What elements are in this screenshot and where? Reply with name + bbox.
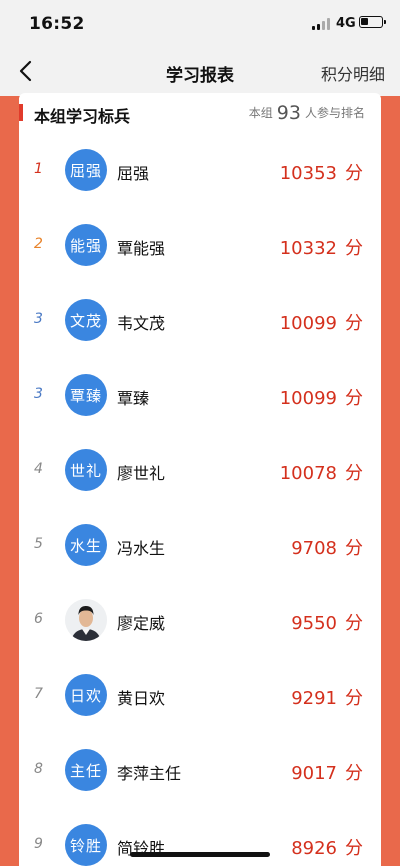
score-value: 9708 (291, 538, 337, 559)
ranking-row[interactable]: 6 廖定威 9550 分 (19, 583, 381, 658)
score-unit: 分 (345, 463, 363, 484)
score-value: 10332 (279, 238, 337, 259)
avatar: 能强 (65, 224, 107, 266)
score-value: 10078 (279, 463, 337, 484)
score-value: 10099 (279, 313, 337, 334)
score-unit: 分 (345, 613, 363, 634)
member-name: 韦文茂 (117, 314, 166, 333)
ranking-row[interactable]: 4 世礼 廖世礼 10078 分 (19, 433, 381, 508)
member-name: 覃能强 (117, 239, 166, 258)
score-value: 9291 (291, 688, 337, 709)
score-unit: 分 (345, 163, 363, 184)
avatar: 主任 (65, 749, 107, 791)
avatar: 文茂 (65, 299, 107, 341)
network-type: 4G (336, 16, 356, 31)
participant-count: 93 (276, 102, 301, 124)
score-unit: 分 (345, 388, 363, 409)
status-time: 16:52 (29, 14, 85, 34)
avatar: 水生 (65, 524, 107, 566)
member-name: 李萍主任 (117, 764, 182, 783)
rank-number: 3 (34, 311, 43, 327)
member-name: 屈强 (117, 164, 150, 183)
signal-bars-icon (312, 18, 332, 30)
score-unit: 分 (345, 238, 363, 259)
member-score: 10099 分 (280, 309, 363, 335)
ranking-row[interactable]: 8 主任 李萍主任 9017 分 (19, 733, 381, 808)
summary-prefix: 本组 (248, 106, 273, 120)
section-title: 本组学习标兵 (34, 107, 131, 126)
score-value: 10353 (279, 163, 337, 184)
ranking-list: 1 屈强 屈强 10353 分 2 能强 覃能强 10332 分 3 文茂 韦文茂 10099 分 3 覃臻 覃臻… (19, 133, 381, 866)
score-value: 9550 (291, 613, 337, 634)
nav-bar: 学习报表 积分明细 (0, 46, 400, 96)
score-value: 10099 (279, 388, 337, 409)
rank-number: 9 (34, 836, 43, 852)
ranking-row[interactable]: 5 水生 冯水生 9708 分 (19, 508, 381, 583)
section-marker (19, 104, 23, 121)
score-unit: 分 (345, 313, 363, 334)
rank-number: 5 (34, 536, 43, 552)
member-score: 9017 分 (291, 759, 363, 785)
ranking-card: 本组学习标兵 本组 93 人参与排名 1 屈强 屈强 10353 分 2 能强 覃能强 10332 分… (19, 93, 381, 866)
avatar: 屈强 (65, 149, 107, 191)
member-name: 覃臻 (117, 389, 150, 408)
ranking-row[interactable]: 3 覃臻 覃臻 10099 分 (19, 358, 381, 433)
summary-suffix: 人参与排名 (304, 106, 365, 120)
avatar (65, 599, 107, 641)
avatar: 覃臻 (65, 374, 107, 416)
score-unit: 分 (345, 838, 363, 859)
user-photo-icon (65, 599, 107, 641)
rank-number: 8 (34, 761, 43, 777)
section-header: 本组学习标兵 本组 93 人参与排名 (19, 93, 381, 133)
avatar: 铃胜 (65, 824, 107, 866)
points-detail-link[interactable]: 积分明细 (321, 61, 385, 85)
member-name: 廖定威 (117, 614, 166, 633)
score-unit: 分 (345, 688, 363, 709)
ranking-row[interactable]: 9 铃胜 简铃胜 8926 分 (19, 808, 381, 866)
avatar: 世礼 (65, 449, 107, 491)
ranking-row[interactable]: 1 屈强 屈强 10353 分 (19, 133, 381, 208)
battery-icon (359, 16, 386, 28)
score-value: 8926 (291, 838, 337, 859)
rank-number: 6 (34, 611, 43, 627)
member-score: 9708 分 (291, 534, 363, 560)
score-value: 9017 (291, 763, 337, 784)
member-name: 冯水生 (117, 539, 166, 558)
member-name: 黄日欢 (117, 689, 166, 708)
member-name: 廖世礼 (117, 464, 166, 483)
rank-number: 2 (34, 236, 43, 252)
member-score: 10332 分 (280, 234, 363, 260)
member-score: 10099 分 (280, 384, 363, 410)
avatar: 日欢 (65, 674, 107, 716)
score-unit: 分 (345, 538, 363, 559)
member-score: 10078 分 (280, 459, 363, 485)
ranking-row[interactable]: 3 文茂 韦文茂 10099 分 (19, 283, 381, 358)
member-score: 9550 分 (291, 609, 363, 635)
home-indicator (130, 852, 270, 857)
participant-summary: 本组 93 人参与排名 (249, 102, 365, 124)
status-bar: 16:52 4G (0, 0, 400, 46)
rank-number: 3 (34, 386, 43, 402)
rank-number: 1 (34, 161, 43, 177)
ranking-row[interactable]: 7 日欢 黄日欢 9291 分 (19, 658, 381, 733)
member-score: 8926 分 (291, 834, 363, 860)
member-score: 9291 分 (291, 684, 363, 710)
rank-number: 7 (34, 686, 43, 702)
member-score: 10353 分 (280, 159, 363, 185)
ranking-row[interactable]: 2 能强 覃能强 10332 分 (19, 208, 381, 283)
rank-number: 4 (34, 461, 43, 477)
score-unit: 分 (345, 763, 363, 784)
